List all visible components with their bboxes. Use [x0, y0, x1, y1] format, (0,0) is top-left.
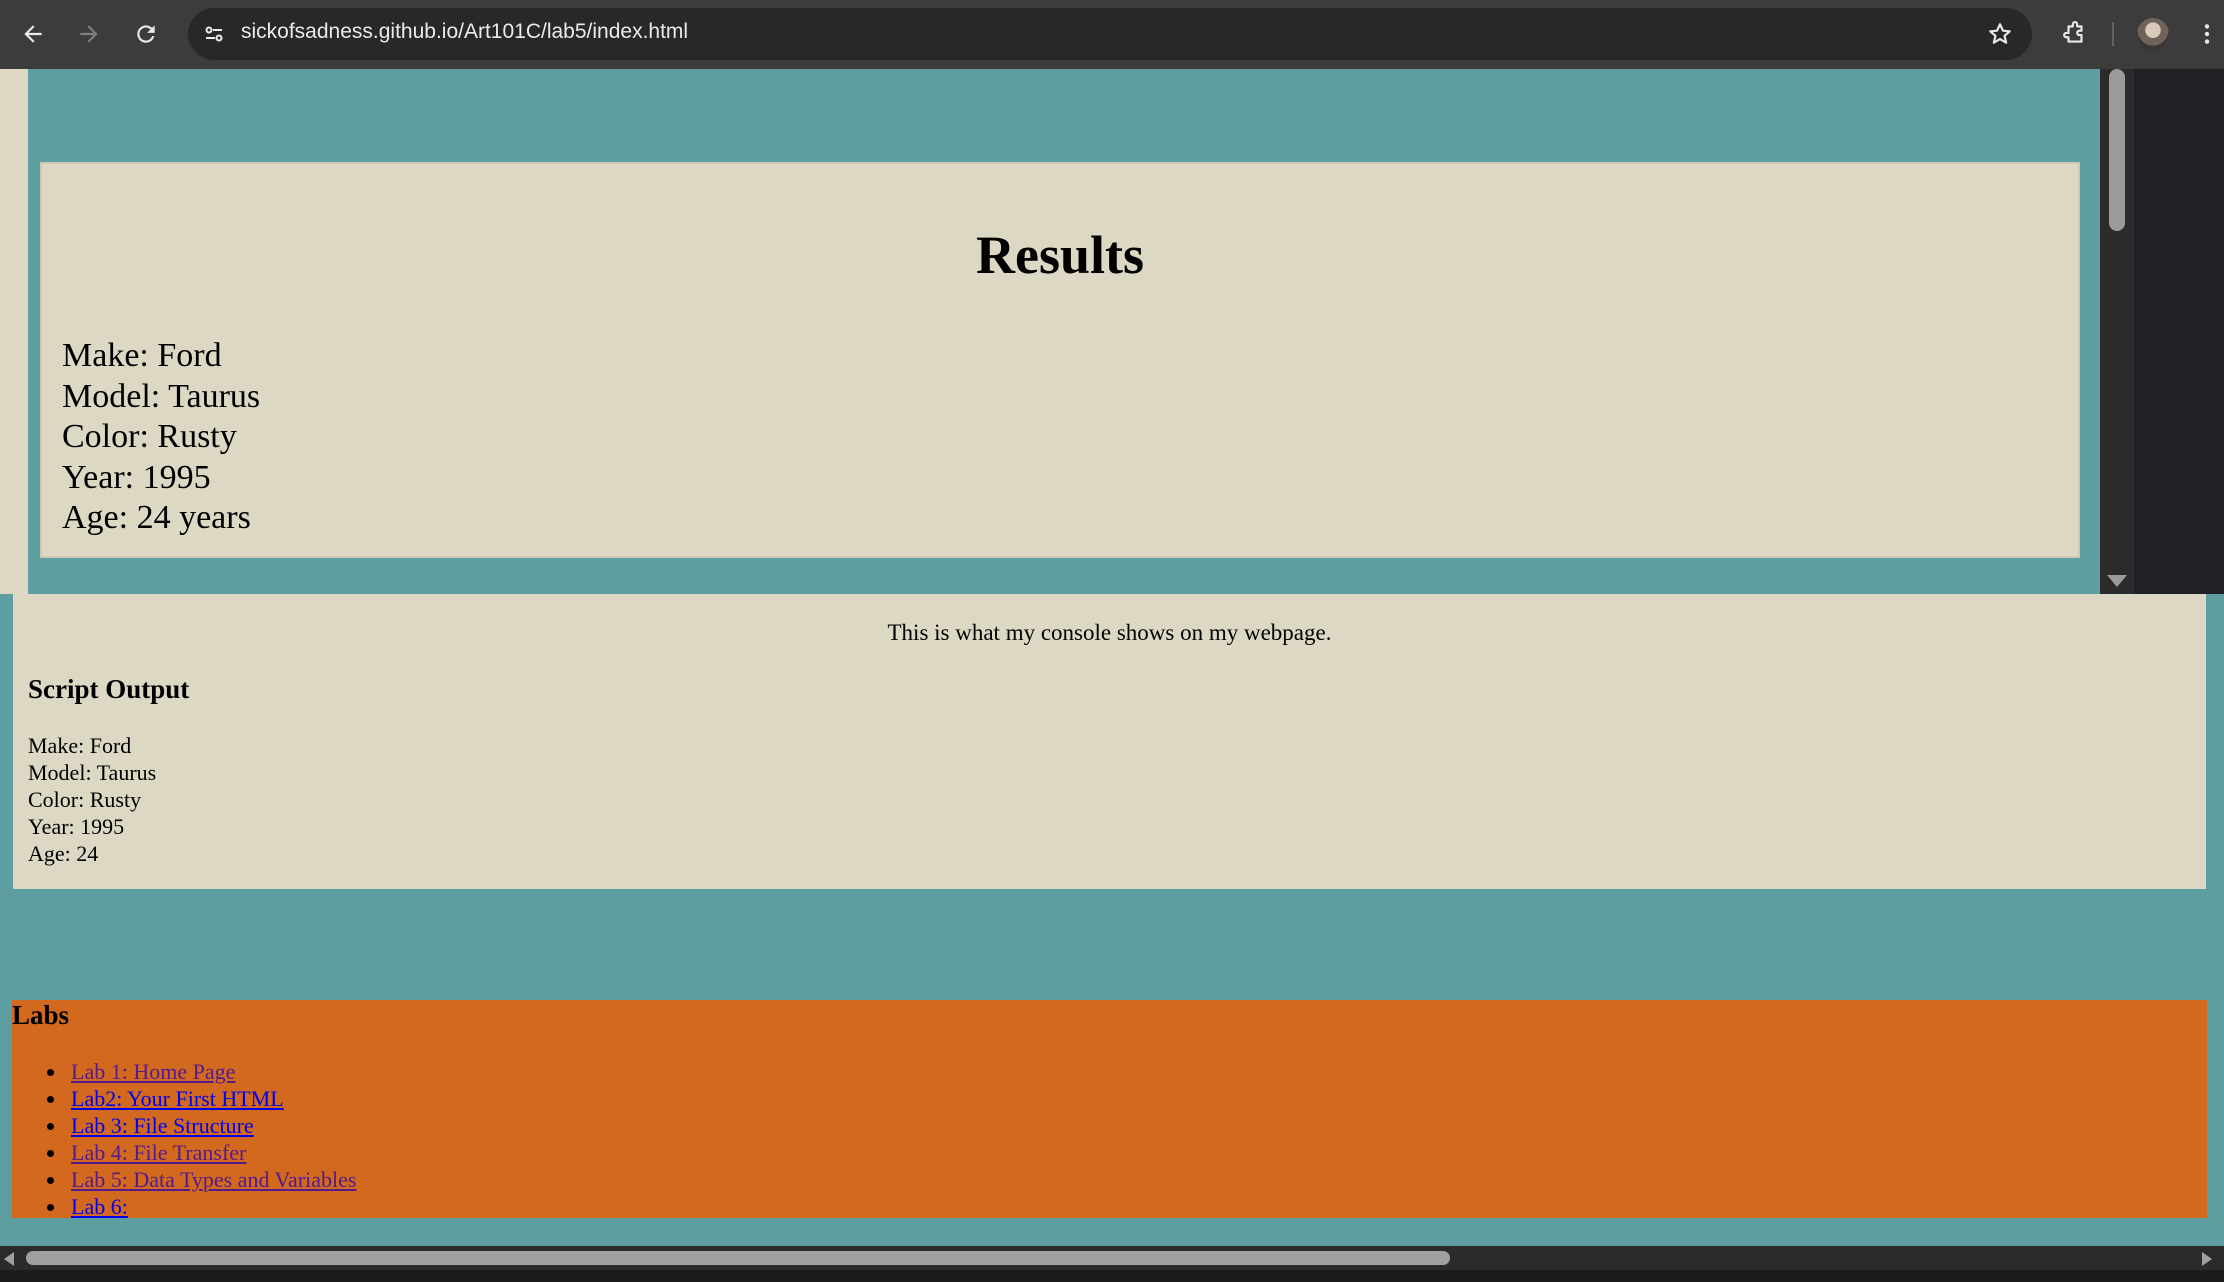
back-arrow-icon[interactable]: [13, 14, 53, 54]
menu-kebab-icon[interactable]: [2192, 14, 2222, 54]
list-item: Lab 5: Data Types and Variables: [46, 1166, 356, 1193]
lab-5-link[interactable]: Lab 5: Data Types and Variables: [71, 1167, 356, 1192]
results-title: Results: [975, 225, 1144, 285]
frame-gutter: [2134, 69, 2224, 594]
list-item: Lab 3: File Structure: [46, 1112, 356, 1139]
browser-toolbar: sickofsadness.github.io/Art101C/lab5/ind…: [0, 0, 2224, 69]
lab-4-link[interactable]: Lab 4: File Transfer: [71, 1140, 246, 1165]
console-line: Year: 1995: [28, 814, 125, 839]
console-line: Age: 24: [28, 841, 99, 866]
labs-list: Lab 1: Home Page Lab2: Your First HTML L…: [46, 1058, 356, 1220]
console-output: Make: Ford Model: Taurus Color: Rusty Ye…: [28, 732, 156, 867]
results-list: Make: Ford Model: Taurus Color: Rusty Ye…: [62, 336, 260, 539]
forward-arrow-icon[interactable]: [69, 14, 109, 54]
console-heading: Script Output: [28, 674, 190, 704]
address-bar[interactable]: sickofsadness.github.io/Art101C/lab5/ind…: [188, 8, 2032, 60]
scroll-right-arrow-icon[interactable]: [2202, 1252, 2212, 1266]
list-item: Lab 4: File Transfer: [46, 1139, 356, 1166]
toolbar-divider: [2112, 22, 2114, 46]
labs-heading: Labs: [12, 1000, 70, 1030]
list-item: Lab2: Your First HTML: [46, 1085, 356, 1112]
labs-nav: Labs Lab 1: Home Page Lab2: Your First H…: [12, 1000, 2207, 1220]
console-line: Color: Rusty: [28, 787, 142, 812]
lab-6-link[interactable]: Lab 6:: [71, 1194, 128, 1219]
horizontal-scrollbar-thumb[interactable]: [26, 1251, 1450, 1265]
embedded-frame-edge: [0, 69, 28, 594]
results-panel: Results Make: Ford Model: Taurus Color: …: [40, 162, 2080, 558]
results-line: Model: Taurus: [62, 377, 261, 415]
page-viewport[interactable]: Results Make: Ford Model: Taurus Color: …: [0, 69, 2224, 1246]
console-panel: This is what my console shows on my webp…: [13, 594, 2206, 889]
scroll-left-arrow-icon[interactable]: [4, 1252, 14, 1266]
lab-3-link[interactable]: Lab 3: File Structure: [71, 1113, 254, 1138]
console-line: Make: Ford: [28, 733, 132, 758]
reload-icon[interactable]: [126, 14, 166, 54]
scroll-down-arrow-icon[interactable]: [2107, 575, 2127, 587]
results-line: Make: Ford: [62, 337, 222, 374]
console-caption: This is what my console shows on my webp…: [887, 620, 1332, 645]
frame-scrollbar-thumb[interactable]: [2109, 69, 2125, 231]
bookmark-star-icon[interactable]: [1984, 18, 2016, 50]
url-text[interactable]: sickofsadness.github.io/Art101C/lab5/ind…: [241, 20, 688, 44]
results-line: Age: 24 years: [62, 499, 251, 536]
lab-2-link[interactable]: Lab2: Your First HTML: [71, 1086, 284, 1111]
lab-1-link[interactable]: Lab 1: Home Page: [71, 1059, 235, 1084]
os-taskbar: [0, 1270, 2224, 1282]
results-line: Year: 1995: [62, 458, 211, 496]
horizontal-scrollbar[interactable]: [0, 1246, 2224, 1270]
list-item: Lab 6:: [46, 1193, 356, 1220]
results-line: Color: Rusty: [62, 418, 237, 455]
console-line: Model: Taurus: [28, 760, 157, 785]
list-item: Lab 1: Home Page: [46, 1058, 356, 1085]
site-info-icon[interactable]: [196, 16, 232, 52]
profile-avatar[interactable]: [2137, 18, 2169, 50]
extensions-icon[interactable]: [2055, 14, 2095, 54]
